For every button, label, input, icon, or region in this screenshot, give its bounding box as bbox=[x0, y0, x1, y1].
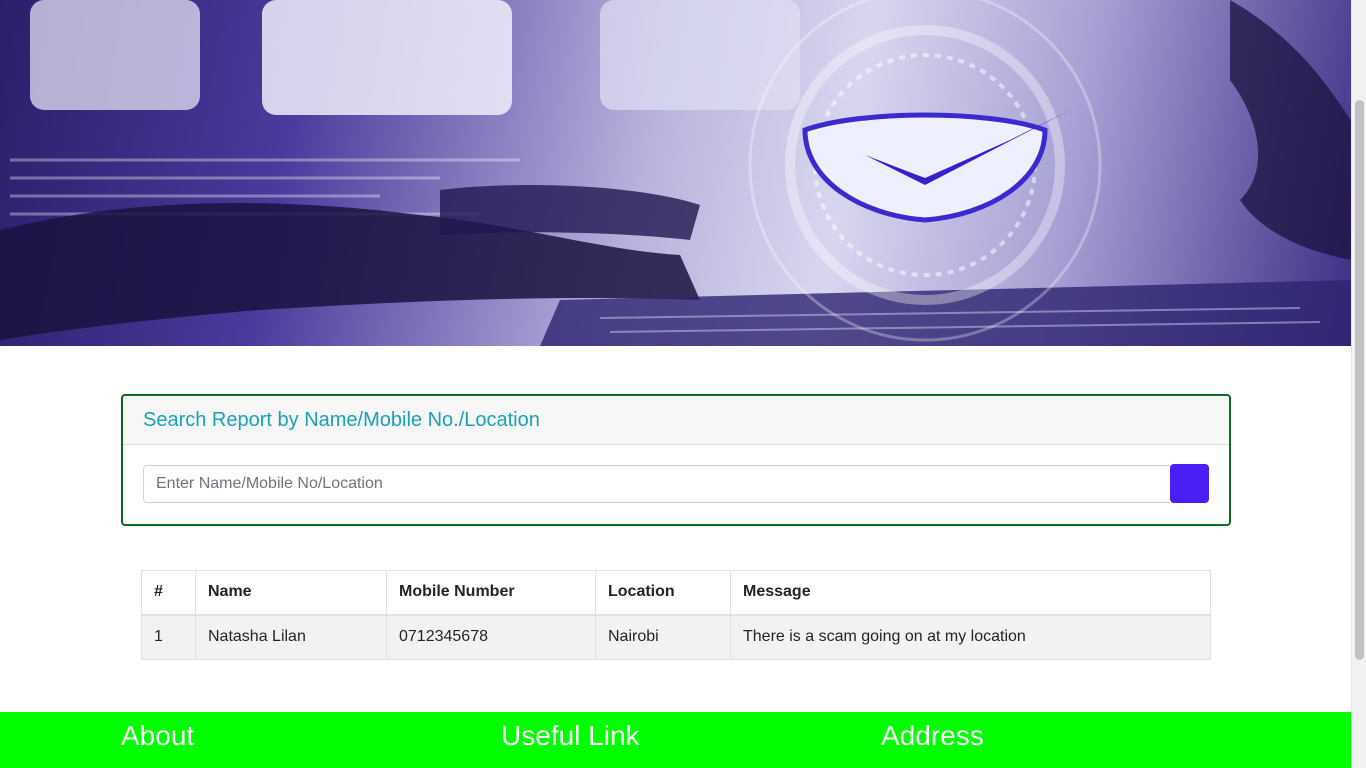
shield-check-icon bbox=[802, 112, 1048, 223]
column-header-number: # bbox=[141, 570, 196, 616]
column-header-location: Location bbox=[595, 570, 731, 616]
cell-location: Nairobi bbox=[595, 614, 731, 660]
cell-name: Natasha Lilan bbox=[195, 614, 387, 660]
table-row: 1 Natasha Lilan 0712345678 Nairobi There… bbox=[141, 614, 1211, 660]
column-header-name: Name bbox=[195, 570, 387, 616]
footer-address-heading: Address bbox=[881, 720, 984, 751]
report-table: # Name Mobile Number Location Message 1 … bbox=[141, 570, 1211, 660]
scrollbar-thumb[interactable] bbox=[1355, 100, 1364, 660]
search-button[interactable] bbox=[1170, 464, 1209, 503]
cell-number: 1 bbox=[141, 614, 196, 660]
footer-about-heading: About bbox=[121, 720, 195, 751]
hero-banner bbox=[0, 0, 1351, 346]
search-card-title: Search Report by Name/Mobile No./Locatio… bbox=[143, 409, 540, 431]
search-input[interactable] bbox=[143, 465, 1170, 503]
footer-links-heading: Useful Link bbox=[501, 720, 640, 751]
column-header-message: Message bbox=[730, 570, 1211, 616]
hero-illustration bbox=[0, 0, 1351, 346]
search-row bbox=[143, 464, 1209, 505]
search-card-header: Search Report by Name/Mobile No./Locatio… bbox=[123, 396, 1229, 445]
cell-mobile: 0712345678 bbox=[386, 614, 596, 660]
page-scrollbar[interactable] bbox=[1351, 0, 1366, 768]
footer: About Useful Link Address bbox=[0, 712, 1351, 768]
table-header-row: # Name Mobile Number Location Message bbox=[141, 570, 1211, 616]
search-card: Search Report by Name/Mobile No./Locatio… bbox=[121, 394, 1231, 526]
cell-message: There is a scam going on at my location bbox=[730, 614, 1211, 660]
column-header-mobile: Mobile Number bbox=[386, 570, 596, 616]
